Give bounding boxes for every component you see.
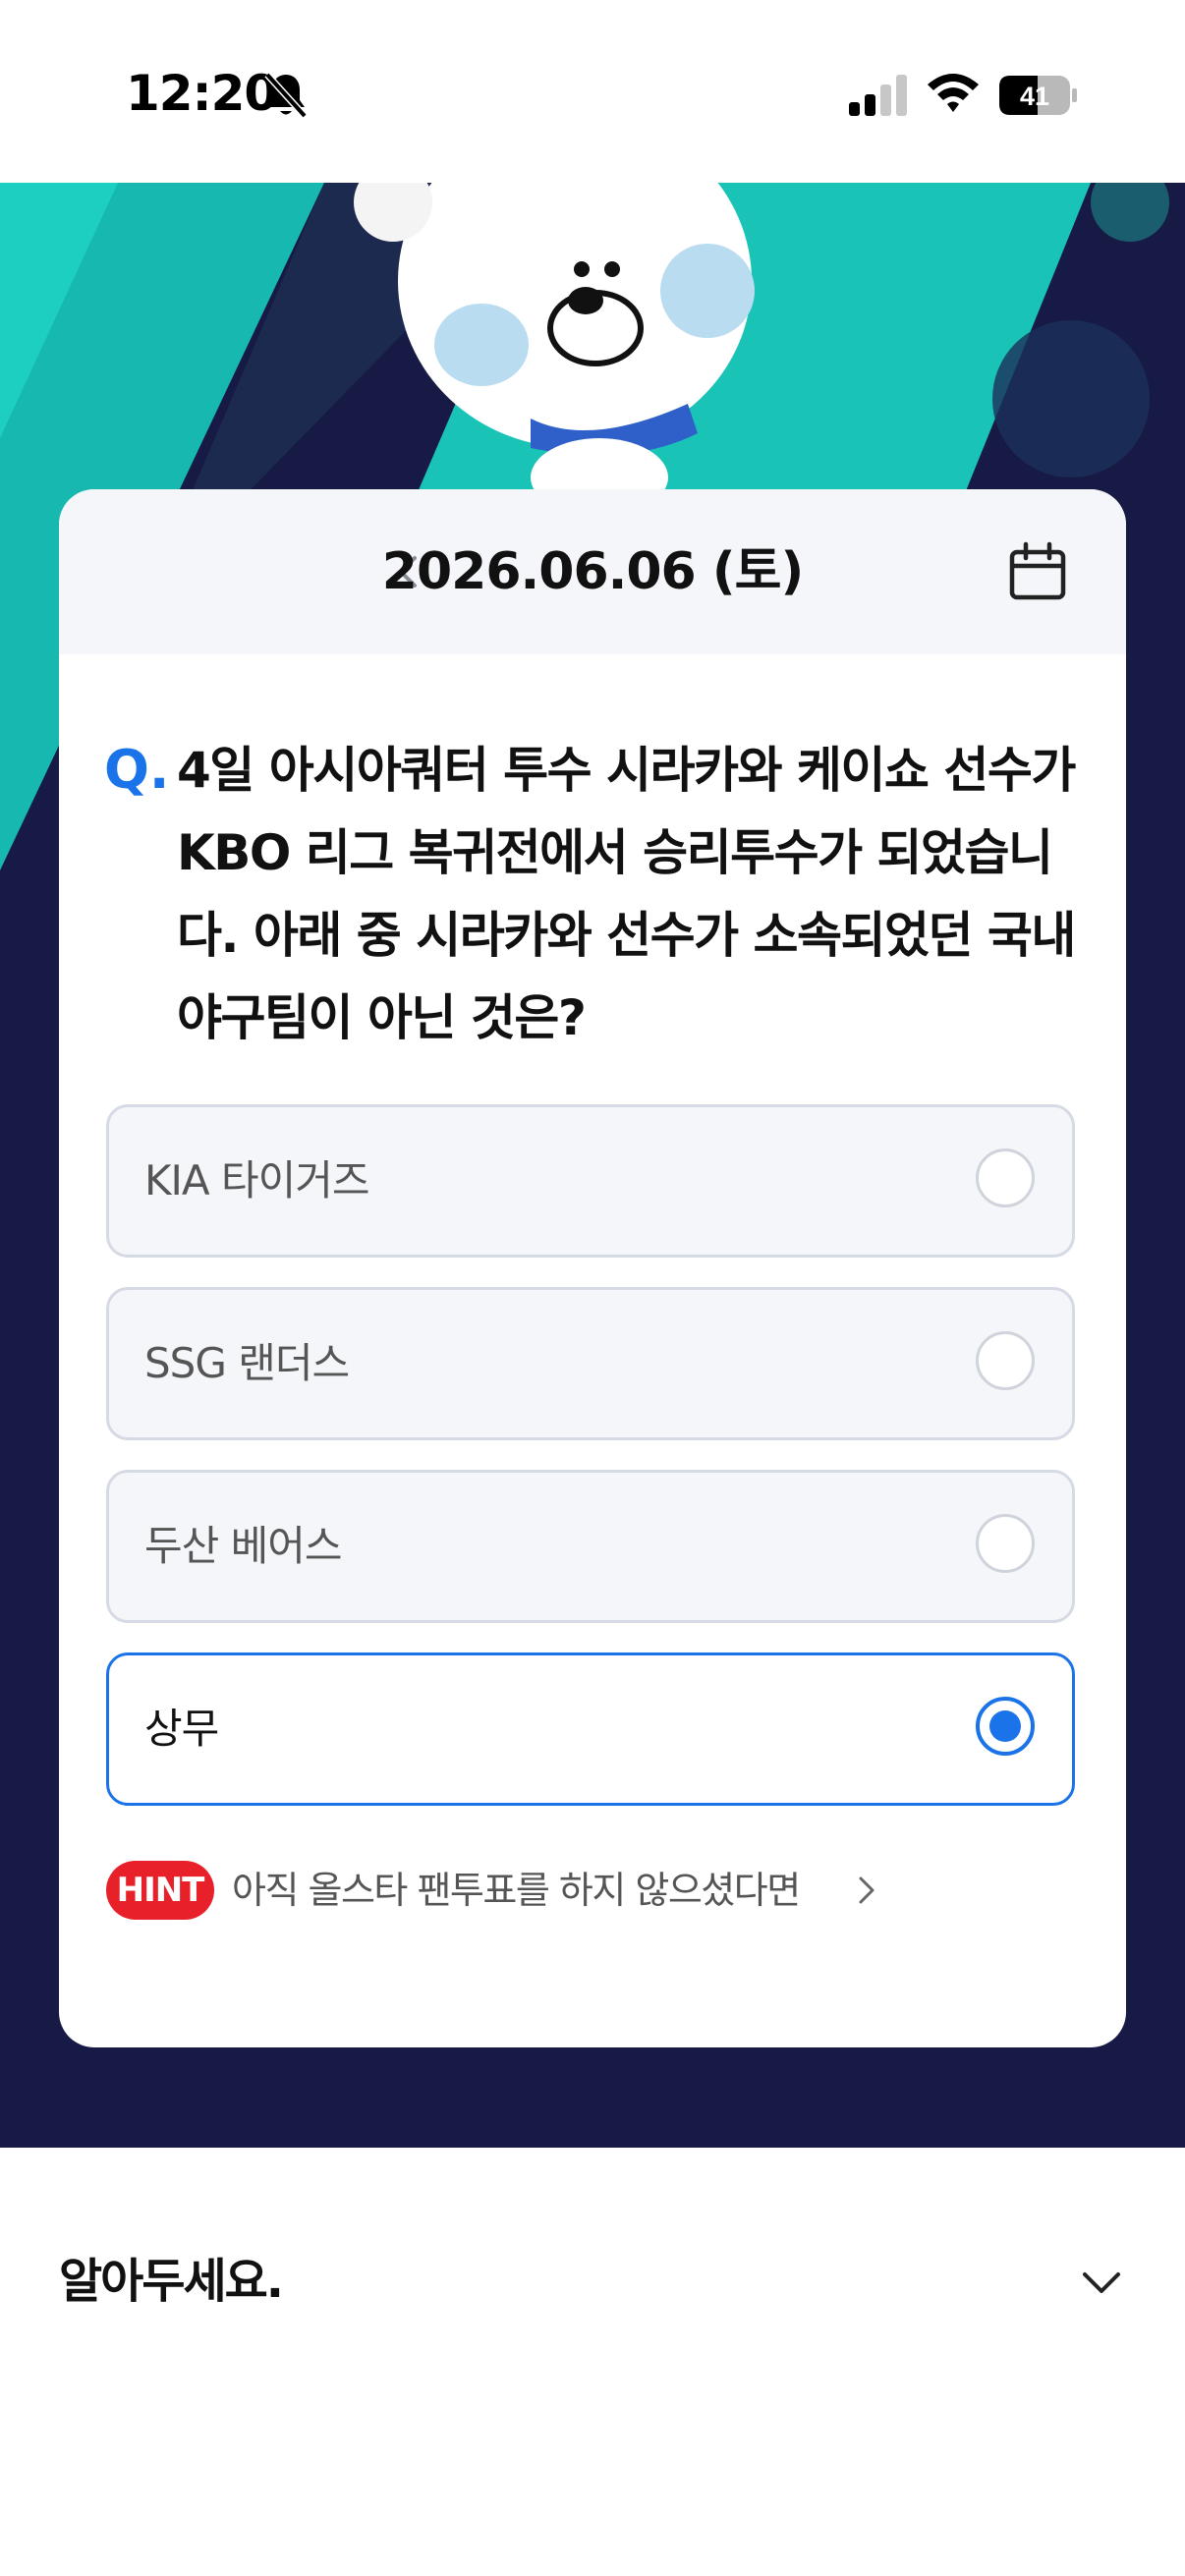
option-label: 두산 베어스 bbox=[144, 1522, 343, 1570]
wifi-icon bbox=[928, 74, 979, 112]
status-time: 12:20 bbox=[126, 65, 278, 122]
cellular-signal-icon bbox=[849, 75, 907, 116]
battery-level: 41 bbox=[1020, 82, 1049, 111]
question-text: 4일 아시아쿼터 투수 시라카와 케이쇼 선수가 KBO 리그 복귀전에서 승리… bbox=[177, 742, 1076, 1046]
calendar-icon[interactable] bbox=[1006, 540, 1069, 603]
status-bar: 12:20 41 bbox=[0, 0, 1185, 183]
quiz-card: 2026.06.06 (토) Q. 4일 아시아쿼터 투수 시라카와 케이쇼 선… bbox=[59, 489, 1126, 2047]
date-header: 2026.06.06 (토) bbox=[59, 489, 1126, 654]
radio-button-checked[interactable] bbox=[976, 1697, 1035, 1756]
question-mark-label: Q. bbox=[104, 739, 170, 801]
battery-icon: 41 bbox=[999, 76, 1077, 115]
hint-badge: HINT bbox=[106, 1861, 214, 1920]
bell-slash-icon bbox=[264, 72, 308, 119]
notice-title: 알아두세요. bbox=[59, 2254, 284, 2309]
radio-button[interactable] bbox=[976, 1331, 1035, 1390]
answer-option[interactable]: KIA 타이거즈 bbox=[106, 1104, 1075, 1258]
chevron-down-icon[interactable] bbox=[1077, 2258, 1126, 2307]
answer-option[interactable]: SSG 랜더스 bbox=[106, 1287, 1075, 1440]
radio-button[interactable] bbox=[976, 1148, 1035, 1207]
bear-mascot-illustration bbox=[354, 183, 755, 497]
date-label: 2026.06.06 (토) bbox=[381, 542, 804, 601]
hint-text[interactable]: 아직 올스타 팬투표를 하지 않으셨다면 bbox=[232, 1861, 801, 1920]
option-label: SSG 랜더스 bbox=[144, 1339, 350, 1387]
answer-option[interactable]: 두산 베어스 bbox=[106, 1470, 1075, 1623]
option-label: KIA 타이거즈 bbox=[144, 1156, 370, 1204]
chevron-right-icon bbox=[859, 1876, 875, 1904]
radio-button[interactable] bbox=[976, 1514, 1035, 1573]
option-label: 상무 bbox=[144, 1705, 219, 1753]
answer-option-selected[interactable]: 상무 bbox=[106, 1652, 1075, 1806]
notice-section[interactable]: 알아두세요. bbox=[0, 2163, 1185, 2576]
